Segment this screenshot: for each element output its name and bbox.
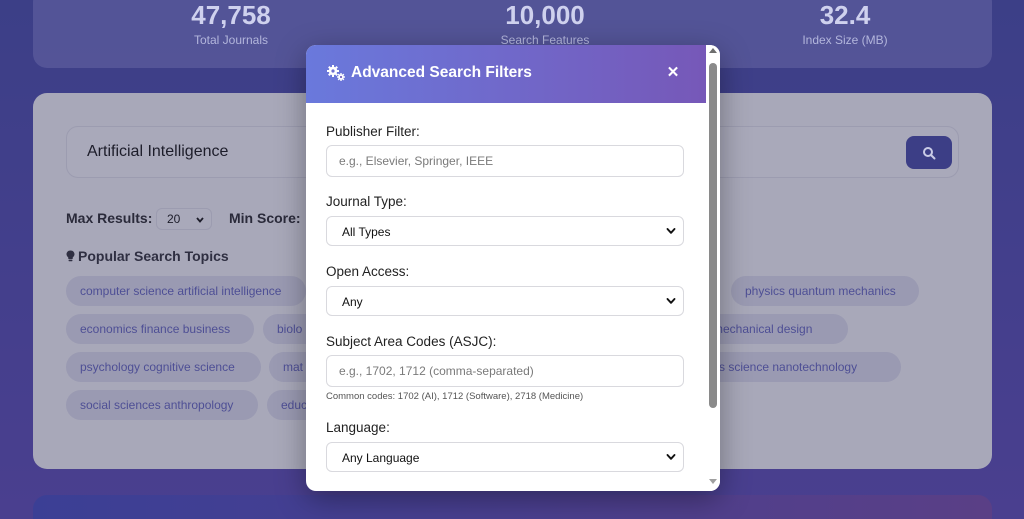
language-value: Any Language bbox=[342, 451, 420, 465]
journal-type-select[interactable]: All Types bbox=[326, 216, 684, 246]
stat-total-journals: 47,758 Total Journals bbox=[173, 0, 289, 47]
max-results-value: 20 bbox=[167, 212, 181, 226]
chevron-down-icon bbox=[666, 228, 676, 234]
modal-header: Advanced Search Filters ✕ bbox=[306, 45, 706, 103]
search-icon bbox=[923, 146, 936, 159]
cogs-icon bbox=[327, 65, 345, 81]
advanced-filters-modal: Advanced Search Filters ✕ Publisher Filt… bbox=[306, 45, 720, 491]
topic-chip-label: computer science artificial intelligence bbox=[80, 284, 282, 298]
stat-search-features: 10,000 Search Features bbox=[473, 0, 617, 47]
topic-chip-label: physics quantum mechanics bbox=[745, 284, 896, 298]
topic-chip[interactable]: computer science artificial intelligence bbox=[66, 276, 306, 306]
open-access-select[interactable]: Any bbox=[326, 286, 684, 316]
topic-chip[interactable]: economics finance business bbox=[66, 314, 254, 344]
modal-title: Advanced Search Filters bbox=[326, 64, 532, 82]
max-results-label: Max Results: bbox=[66, 210, 153, 226]
topic-chip[interactable]: physics quantum mechanics bbox=[731, 276, 919, 306]
publisher-label: Publisher Filter: bbox=[326, 124, 420, 139]
stat-index-size: 32.4 Index Size (MB) bbox=[795, 0, 895, 47]
publisher-input[interactable] bbox=[326, 145, 684, 177]
popular-topics-heading: Popular Search Topics bbox=[66, 248, 229, 264]
popular-topics-label: Popular Search Topics bbox=[78, 248, 229, 264]
lightbulb-icon bbox=[66, 250, 75, 262]
topic-chip-label: educ bbox=[281, 398, 308, 412]
topic-chip-label: social sciences anthropology bbox=[80, 398, 234, 412]
modal-scrollbar[interactable] bbox=[706, 45, 720, 491]
stat-value: 10,000 bbox=[505, 0, 585, 30]
close-button[interactable]: ✕ bbox=[664, 64, 682, 82]
asjc-hint: Common codes: 1702 (AI), 1712 (Software)… bbox=[326, 391, 584, 402]
max-results-select[interactable]: 20 bbox=[156, 208, 212, 230]
asjc-input[interactable] bbox=[326, 355, 684, 387]
chevron-down-icon bbox=[666, 298, 676, 304]
scroll-thumb[interactable] bbox=[709, 63, 717, 408]
stat-value: 47,758 bbox=[191, 0, 271, 30]
topic-chip-label: rials science nanotechnology bbox=[703, 360, 858, 374]
language-select[interactable]: Any Language bbox=[326, 442, 684, 472]
asjc-label: Subject Area Codes (ASJC): bbox=[326, 334, 497, 349]
topic-chip[interactable]: psychology cognitive science bbox=[66, 352, 261, 382]
stat-label: Total Journals bbox=[193, 33, 269, 47]
results-card bbox=[33, 495, 992, 519]
close-icon: ✕ bbox=[666, 64, 680, 81]
modal-title-text: Advanced Search Filters bbox=[351, 64, 532, 81]
open-access-value: Any bbox=[342, 295, 363, 309]
topic-chip-label: mat bbox=[283, 360, 304, 374]
search-query: Artificial Intelligence bbox=[87, 143, 229, 160]
scroll-up-arrow-icon[interactable] bbox=[709, 48, 717, 53]
journal-type-value: All Types bbox=[342, 225, 391, 239]
min-score-label: Min Score: bbox=[229, 210, 301, 226]
topic-chip[interactable]: g mechanical design bbox=[703, 314, 848, 344]
chevron-down-icon bbox=[666, 454, 676, 460]
language-label: Language: bbox=[326, 420, 390, 435]
stat-value: 32.4 bbox=[819, 0, 871, 30]
journal-type-label: Journal Type: bbox=[326, 194, 407, 209]
topic-chip-label: economics finance business bbox=[80, 322, 231, 336]
scroll-down-arrow-icon[interactable] bbox=[709, 479, 717, 484]
topic-chip-label: biolo bbox=[277, 322, 303, 336]
stat-label: Index Size (MB) bbox=[802, 33, 888, 47]
chevron-down-icon bbox=[196, 217, 204, 223]
topic-chip[interactable]: rials science nanotechnology bbox=[703, 352, 901, 382]
topic-chip-label: psychology cognitive science bbox=[80, 360, 235, 374]
topic-chip[interactable]: social sciences anthropology bbox=[66, 390, 258, 420]
open-access-label: Open Access: bbox=[326, 264, 410, 279]
search-button[interactable] bbox=[906, 136, 952, 169]
